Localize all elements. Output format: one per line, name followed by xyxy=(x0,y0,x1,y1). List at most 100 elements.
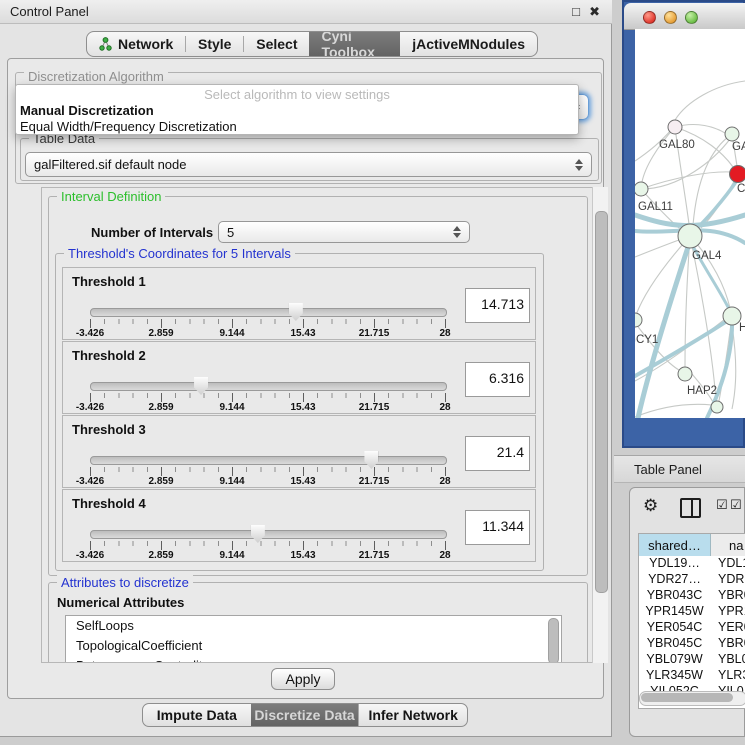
dropdown-option-manual-discretization[interactable]: Manual Discretization xyxy=(20,103,574,119)
column-header-name[interactable]: na xyxy=(711,534,745,556)
window-title: Control Panel xyxy=(10,4,89,19)
threshold-1-panel: Threshold 1 -3.4262.8599.14415.4321.7152… xyxy=(62,267,536,340)
tab-style[interactable]: Style xyxy=(186,32,243,56)
attributes-group: Attributes to discretize Numerical Attri… xyxy=(48,582,588,663)
table-row[interactable]: YLR345WYLR3 xyxy=(639,668,745,684)
threshold-2-value-field[interactable]: 6.316 xyxy=(465,362,530,397)
network-highlight-edges xyxy=(635,179,745,418)
threshold-1-value-field[interactable]: 14.713 xyxy=(465,288,530,323)
node-hap2[interactable] xyxy=(678,367,692,381)
tab-select-label: Select xyxy=(256,36,297,52)
tab-discretize-data-label: Discretize Data xyxy=(254,707,354,723)
number-of-intervals-value: 5 xyxy=(227,225,449,240)
algorithm-dropdown-popup: Select algorithm to view settings Manual… xyxy=(15,84,579,135)
table-row[interactable]: YBR043CYBR0 xyxy=(639,588,745,604)
zoom-traffic-light-icon[interactable] xyxy=(685,11,698,24)
interval-definition-group: Interval Definition Number of Intervals … xyxy=(48,196,588,576)
tab-impute-data[interactable]: Impute Data xyxy=(143,704,251,726)
float-window-icon[interactable]: □ xyxy=(572,4,580,19)
node-label: GAL11 xyxy=(638,201,673,213)
node-red-selected[interactable] xyxy=(730,166,745,183)
threshold-1-slider[interactable] xyxy=(90,308,447,317)
slider-tick-labels: -3.4262.8599.14415.4321.71528 xyxy=(90,398,445,410)
list-scrollbar-thumb[interactable] xyxy=(548,618,559,663)
tab-style-label: Style xyxy=(198,36,231,52)
node-gal80[interactable] xyxy=(668,120,682,134)
node-label: H xyxy=(739,322,745,334)
numerical-attributes-list[interactable]: SelfLoops TopologicalCoefficient Between… xyxy=(65,615,562,663)
table-data-group: Table Data galFiltered.sif default node xyxy=(20,138,599,181)
slider-tick-labels: -3.4262.8599.14415.4321.71528 xyxy=(90,324,445,336)
thresholds-group: Threshold's Coordinates for 5 Intervals … xyxy=(55,253,544,571)
panel-scrollbar-thumb[interactable] xyxy=(595,211,608,593)
table-horizontal-scrollbar-thumb[interactable] xyxy=(641,693,733,702)
list-item[interactable]: SelfLoops xyxy=(66,616,561,636)
minimize-traffic-light-icon[interactable] xyxy=(664,11,677,24)
network-graph: GAL80 GA C GAL11 GAL4 GCY1 H HAP2 xyxy=(635,29,745,418)
network-canvas[interactable]: GAL80 GA C GAL11 GAL4 GCY1 H HAP2 xyxy=(635,29,745,418)
tab-network[interactable]: Network xyxy=(87,32,185,56)
table-panel-title: Table Panel xyxy=(634,462,702,477)
select-checkbox-icon[interactable]: ☑ xyxy=(730,496,742,516)
node-gal11[interactable] xyxy=(635,182,648,196)
node-label: HAP2 xyxy=(687,385,717,397)
tab-network-label: Network xyxy=(118,36,173,52)
select-checkbox-icon[interactable]: ☑ xyxy=(716,496,728,516)
screen: Control Panel □ ✖ Network Style xyxy=(0,0,745,745)
table-row[interactable]: YDR27…YDR2 xyxy=(639,572,745,588)
split-columns-icon[interactable] xyxy=(680,498,701,518)
combo-stepper-icon xyxy=(453,226,461,238)
table-row[interactable]: YDL19…YDL1 xyxy=(639,556,745,572)
tab-cyni-toolbox-label: Cyni Toolbox xyxy=(321,31,388,57)
node-label: C xyxy=(737,183,745,195)
table-horizontal-scrollbar[interactable] xyxy=(639,691,745,706)
cyni-bottom-tabbar: Impute Data Discretize Data Infer Networ… xyxy=(142,703,468,727)
close-window-icon[interactable]: ✖ xyxy=(589,4,600,20)
close-traffic-light-icon[interactable] xyxy=(643,11,656,24)
table-header-row: shared… na xyxy=(639,534,745,556)
tab-select[interactable]: Select xyxy=(244,32,309,56)
tab-infer-network[interactable]: Infer Network xyxy=(359,704,467,726)
threshold-4-label: Threshold 4 xyxy=(72,496,146,511)
interval-definition-group-title: Interval Definition xyxy=(57,189,165,204)
gear-icon[interactable]: ⚙ xyxy=(643,496,658,516)
node-label: GAL4 xyxy=(692,250,722,262)
threshold-4-panel: Threshold 4 -3.4262.8599.14415.4321.7152… xyxy=(62,489,536,562)
tab-discretize-data[interactable]: Discretize Data xyxy=(251,704,359,726)
node-label: GAL80 xyxy=(659,139,695,151)
list-item[interactable]: BetweennessCentrality xyxy=(66,656,561,663)
threshold-1-label: Threshold 1 xyxy=(72,274,146,289)
apply-button[interactable]: Apply xyxy=(271,668,335,690)
network-view-window: GAL80 GA C GAL11 GAL4 GCY1 H HAP2 xyxy=(622,0,745,448)
column-header-shared-name[interactable]: shared… xyxy=(639,534,711,556)
tab-cyni-toolbox[interactable]: Cyni Toolbox xyxy=(309,32,400,56)
threshold-3-value-field[interactable]: 21.4 xyxy=(465,436,530,471)
slider-tick-labels: -3.4262.8599.14415.4321.71528 xyxy=(90,546,445,558)
node-gcy1[interactable] xyxy=(635,313,642,327)
table-panel-window: ⚙ ☑ ☑ shared… na YDL19…YDL1 YDR27…YDR2 Y… xyxy=(629,487,745,737)
table-row[interactable]: YBR045CYBR0 xyxy=(639,636,745,652)
tab-jactivemnodules-label: jActiveMNodules xyxy=(412,36,525,52)
cyni-content-panel: Discretization Algorithm Table Data galF… xyxy=(7,58,604,699)
node-top-right[interactable] xyxy=(725,127,739,141)
table-panel-titlebar: Table Panel xyxy=(614,455,745,483)
number-of-intervals-combobox[interactable]: 5 xyxy=(218,221,470,243)
threshold-2-slider[interactable] xyxy=(90,382,447,391)
slider-tick-labels: -3.4262.8599.14415.4321.71528 xyxy=(90,472,445,484)
table-row[interactable]: YPR145WYPR1 xyxy=(639,604,745,620)
panel-scrollbar[interactable] xyxy=(592,187,608,663)
node-gal4[interactable] xyxy=(678,224,702,248)
threshold-2-panel: Threshold 2 -3.4262.8599.14415.4321.7152… xyxy=(62,341,536,414)
threshold-2-label: Threshold 2 xyxy=(72,348,146,363)
threshold-4-slider[interactable] xyxy=(90,530,447,539)
table-row[interactable]: YBL079WYBL0 xyxy=(639,652,745,668)
tab-impute-data-label: Impute Data xyxy=(157,707,237,723)
table-row[interactable]: YER054CYER0 xyxy=(639,620,745,636)
dropdown-option-equal-width-frequency[interactable]: Equal Width/Frequency Discretization xyxy=(20,119,574,135)
table-data-combobox[interactable]: galFiltered.sif default node xyxy=(25,152,592,177)
threshold-3-slider[interactable] xyxy=(90,456,447,465)
list-item[interactable]: TopologicalCoefficient xyxy=(66,636,561,656)
threshold-4-value-field[interactable]: 11.344 xyxy=(465,510,530,545)
tab-jactivemnodules[interactable]: jActiveMNodules xyxy=(400,32,537,56)
node-bottom[interactable] xyxy=(711,401,723,413)
